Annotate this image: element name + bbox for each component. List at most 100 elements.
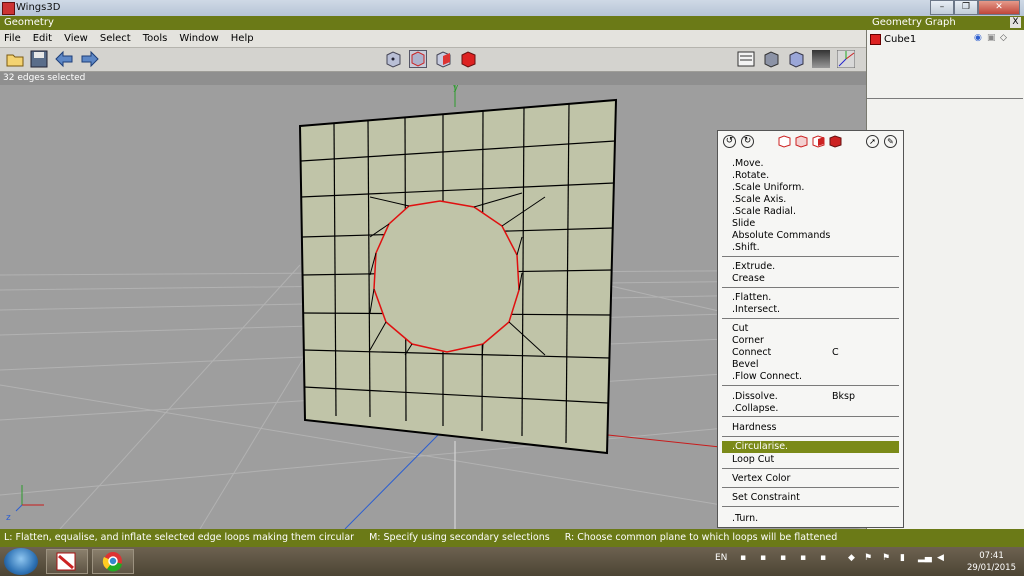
object-mode-icon[interactable]: [459, 50, 477, 68]
z-axis-line: [344, 432, 441, 529]
tools-icon[interactable]: ✎: [884, 135, 897, 148]
menu-item-connect[interactable]: Connect C: [732, 347, 897, 359]
menu-item-bevel[interactable]: Bevel: [732, 359, 897, 371]
menubar: File Edit View Select Tools Window Help: [0, 30, 866, 48]
menu-item-set-constraint[interactable]: Set Constraint: [732, 492, 897, 504]
volume-icon[interactable]: ◀: [937, 553, 944, 563]
geometry-window-header: Geometry: [0, 16, 866, 30]
visibility-eye-icon[interactable]: ◉: [974, 33, 982, 43]
cursor-icon[interactable]: ➚: [866, 135, 879, 148]
workmode-icon[interactable]: [737, 50, 755, 68]
menu-item-extrude[interactable]: .Extrude.: [732, 261, 897, 273]
menu-item-cut[interactable]: Cut: [732, 323, 897, 335]
minimize-button[interactable]: –: [930, 0, 954, 15]
face-cube-icon[interactable]: [812, 135, 825, 148]
menu-item-crease[interactable]: Crease: [732, 273, 897, 285]
wireframe-cube-icon[interactable]: ◇: [1000, 33, 1007, 43]
menu-item-circularise[interactable]: .Circularise.: [732, 441, 897, 453]
clock-date: 29/01/2015: [967, 563, 1016, 573]
body-cube-icon[interactable]: [829, 135, 842, 148]
menu-tools[interactable]: Tools: [143, 33, 168, 44]
menu-separator: [722, 506, 899, 507]
chrome-task-button[interactable]: [92, 549, 134, 574]
menu-item-flatten[interactable]: .Flatten.: [732, 292, 897, 304]
system-clock[interactable]: 07:41 29/01/2015: [967, 550, 1016, 574]
menu-item-scale-axis[interactable]: .Scale Axis.: [732, 194, 897, 206]
menu-item-corner[interactable]: Corner: [732, 335, 897, 347]
menu-item-dissolve[interactable]: .Dissolve. Bksp: [732, 391, 897, 403]
menu-item-vertex-color[interactable]: Vertex Color: [732, 473, 897, 485]
edge-mode-icon[interactable]: [409, 50, 427, 68]
undo-arrow-icon[interactable]: [54, 50, 73, 68]
menu-item-collapse[interactable]: .Collapse.: [732, 403, 897, 415]
language-indicator[interactable]: EN: [715, 553, 727, 563]
geometry-graph-header: Geometry Graph X: [866, 16, 1024, 30]
menu-item-intersect[interactable]: .Intersect.: [732, 304, 897, 316]
tray-app-icon[interactable]: ▪: [820, 553, 826, 563]
menu-separator: [722, 436, 899, 437]
y-axis-label: y: [453, 85, 459, 93]
menu-edit[interactable]: Edit: [33, 33, 52, 44]
menu-item-label: .Dissolve.: [732, 391, 778, 402]
signal-icon[interactable]: ▂▄: [918, 553, 932, 563]
axes-toggle-icon[interactable]: [836, 49, 856, 69]
tray-app-icon[interactable]: ▪: [740, 553, 746, 563]
vertex-cube-icon[interactable]: [778, 135, 791, 148]
z-axis-label: z: [6, 513, 11, 523]
flat-shading-icon[interactable]: [787, 50, 805, 68]
network-icon[interactable]: ▮: [900, 553, 905, 563]
menu-item-move[interactable]: .Move.: [732, 158, 897, 170]
menu-separator: [722, 487, 899, 488]
menu-view[interactable]: View: [64, 33, 88, 44]
graph-object-row[interactable]: Cube1 ◉ ▣ ◇: [867, 32, 1023, 46]
menu-item-turn[interactable]: .Turn.: [732, 513, 897, 525]
selection-status: 32 edges selected: [0, 72, 866, 85]
wings3d-app-icon: [2, 2, 15, 15]
face-mode-icon[interactable]: [434, 50, 452, 68]
menu-item-scale-radial[interactable]: .Scale Radial.: [732, 206, 897, 218]
menu-separator: [722, 385, 899, 386]
redo-arrow-icon[interactable]: [80, 50, 99, 68]
menu-window[interactable]: Window: [179, 33, 218, 44]
menu-item-loop-cut[interactable]: Loop Cut: [732, 454, 897, 466]
menu-item-rotate[interactable]: .Rotate.: [732, 170, 897, 182]
maximize-button[interactable]: ❐: [954, 0, 978, 15]
menu-separator: [722, 468, 899, 469]
tray-app-icon[interactable]: ▪: [780, 553, 786, 563]
graph-close-button[interactable]: X: [1010, 17, 1021, 28]
menu-item-shift[interactable]: .Shift.: [732, 242, 897, 254]
tray-app-icon[interactable]: ▪: [760, 553, 766, 563]
edge-cube-icon[interactable]: [795, 135, 808, 148]
redo-icon[interactable]: ↻: [741, 135, 754, 148]
lock-icon[interactable]: ▣: [987, 33, 996, 43]
menu-help[interactable]: Help: [231, 33, 254, 44]
save-disk-icon[interactable]: [30, 50, 48, 68]
open-folder-icon[interactable]: [6, 50, 24, 68]
tray-app-icon[interactable]: ▪: [800, 553, 806, 563]
groundplane-icon[interactable]: [812, 50, 830, 68]
vertex-mode-icon[interactable]: [384, 50, 402, 68]
close-button[interactable]: ✕: [978, 0, 1020, 15]
menu-item-absolute-commands[interactable]: Absolute Commands: [732, 230, 897, 242]
circularised-loop: [373, 200, 520, 353]
menu-file[interactable]: File: [4, 33, 21, 44]
menu-select[interactable]: Select: [100, 33, 131, 44]
repeat-icon[interactable]: ↺: [723, 135, 736, 148]
hint-right-mouse: R: Choose common plane to which loops wi…: [564, 532, 838, 543]
window-title: Wings3D: [16, 2, 61, 13]
hint-middle-mouse: M: Specify using secondary selections: [369, 532, 550, 543]
menu-item-shortcut: C: [832, 347, 839, 358]
geometry-graph-title: Geometry Graph: [872, 17, 956, 28]
menu-item-hardness[interactable]: Hardness: [732, 422, 897, 434]
menu-item-scale-uniform[interactable]: .Scale Uniform.: [732, 182, 897, 194]
flag-icon[interactable]: ⚑: [864, 553, 872, 563]
smooth-shading-icon[interactable]: [762, 50, 780, 68]
graph-object-name: Cube1: [884, 33, 917, 45]
flag-icon[interactable]: ⚑: [882, 553, 890, 563]
start-button[interactable]: [4, 548, 38, 575]
wings3d-task-button[interactable]: [46, 549, 88, 574]
menu-item-flow-connect[interactable]: .Flow Connect.: [732, 371, 897, 383]
menu-item-slide[interactable]: Slide: [732, 218, 897, 230]
tray-app-icon[interactable]: ◆: [848, 553, 855, 563]
menu-item-shortcut: Bksp: [832, 391, 855, 402]
